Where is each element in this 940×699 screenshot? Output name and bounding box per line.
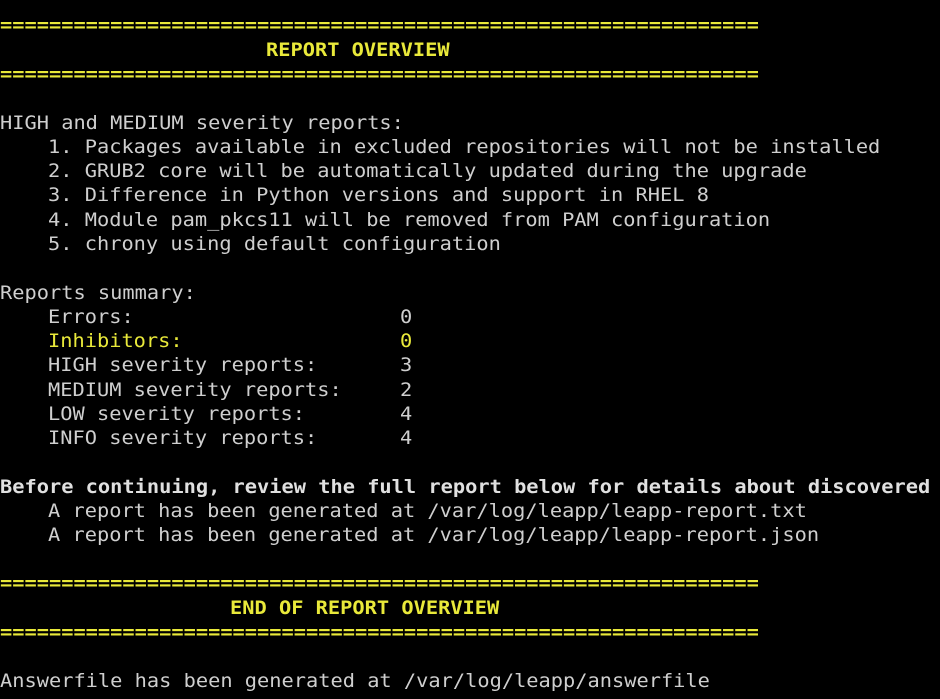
severity-item: 2. GRUB2 core will be automatically upda… <box>48 160 807 182</box>
answerfile-line: Answerfile has been generated at /var/lo… <box>0 670 710 692</box>
summary-info-label: INFO severity reports: <box>48 427 318 449</box>
summary-high-value: 3 <box>400 354 413 376</box>
summary-errors-label: Errors: <box>48 306 134 328</box>
separator-header-bottom: ========================================… <box>0 63 759 85</box>
separator-footer-top: ========================================… <box>0 572 759 594</box>
severity-item: 4. Module pam_pkcs11 will be removed fro… <box>48 209 771 231</box>
end-of-report-title: END OF REPORT OVERVIEW <box>230 597 500 619</box>
severity-item: 5. chrony using default configuration <box>48 233 501 255</box>
separator-top: ========================================… <box>0 14 759 36</box>
summary-heading: Reports summary: <box>0 282 196 304</box>
summary-medium-label: MEDIUM severity reports: <box>48 379 342 401</box>
summary-inhibitors-value: 0 <box>400 330 413 352</box>
report-path-json: A report has been generated at /var/log/… <box>48 524 820 546</box>
summary-low-label: LOW severity reports: <box>48 403 306 425</box>
summary-low-value: 4 <box>400 403 413 425</box>
summary-info-value: 4 <box>400 427 413 449</box>
summary-errors-value: 0 <box>400 306 413 328</box>
severity-item: 3. Difference in Python versions and sup… <box>48 184 709 206</box>
separator-footer-bottom: ========================================… <box>0 621 759 643</box>
report-overview-title: REPORT OVERVIEW <box>266 39 450 61</box>
severity-item: 1. Packages available in excluded reposi… <box>48 136 881 158</box>
summary-medium-value: 2 <box>400 379 413 401</box>
report-path-txt: A report has been generated at /var/log/… <box>48 500 807 522</box>
summary-high-label: HIGH severity reports: <box>48 354 318 376</box>
severity-heading: HIGH and MEDIUM severity reports: <box>0 112 404 134</box>
summary-inhibitors-label: Inhibitors: <box>48 330 183 352</box>
review-notice: Before continuing, review the full repor… <box>0 476 940 498</box>
